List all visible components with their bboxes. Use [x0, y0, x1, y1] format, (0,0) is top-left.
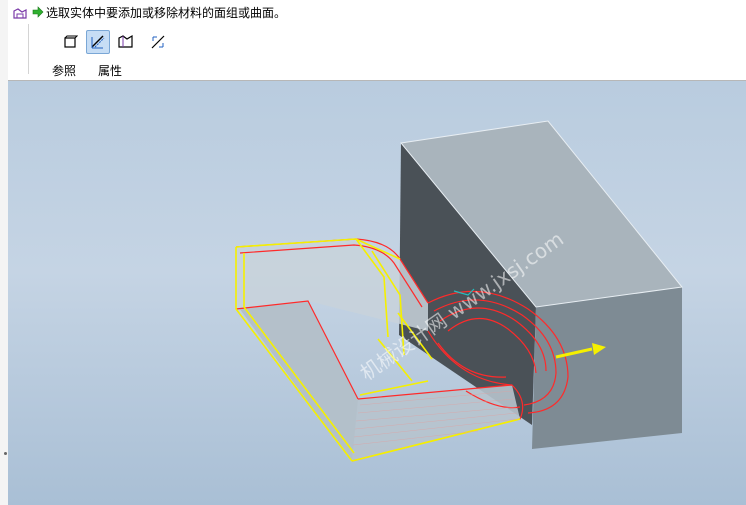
- solid-button[interactable]: [58, 30, 82, 54]
- message-prompt: 选取实体中要添加或移除材料的面组或曲面。: [32, 4, 286, 20]
- solid-icon: [64, 35, 78, 48]
- sash-dot: [4, 452, 7, 455]
- flip-direction-button[interactable]: [146, 30, 170, 54]
- surface-thicken-icon: [91, 35, 105, 49]
- graphics-viewport[interactable]: 机械设计网 www.jxsj.com: [8, 81, 746, 505]
- flip-direction-icon: [151, 35, 165, 49]
- block-front-face: [532, 287, 682, 449]
- dashboard-separator: [28, 24, 29, 74]
- tab-properties[interactable]: 属性: [98, 62, 122, 79]
- thicken-surface-button[interactable]: [86, 30, 110, 54]
- prompt-text: 选取实体中要添加或移除材料的面组或曲面。: [46, 5, 287, 20]
- quilt-icon: [118, 34, 133, 48]
- tab-references[interactable]: 参照: [52, 62, 76, 79]
- model-canvas: 机械设计网 www.jxsj.com: [235, 120, 683, 462]
- green-arrow-icon: [32, 6, 44, 18]
- thicken-feature-icon: [13, 8, 27, 19]
- feature-dashboard: 选取实体中要添加或移除材料的面组或曲面。 参照 属性: [8, 0, 746, 81]
- quilt-button[interactable]: [114, 30, 138, 54]
